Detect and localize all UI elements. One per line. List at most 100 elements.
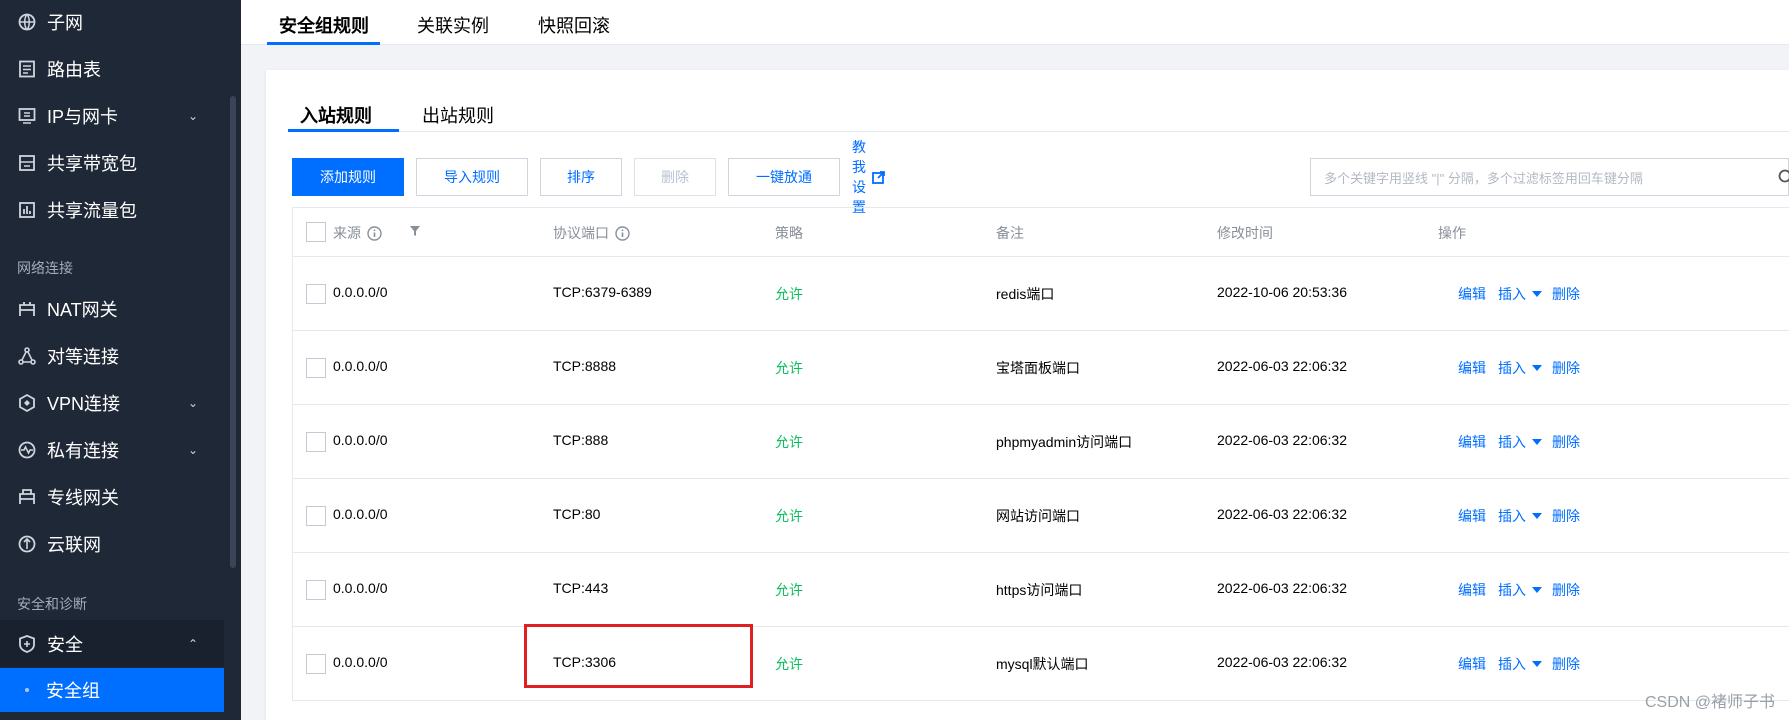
ip-nic-icon	[17, 106, 37, 126]
cell-policy: 允许	[775, 656, 803, 672]
sidebar-item-traffic-package[interactable]: 共享流量包	[0, 186, 224, 233]
delete-link[interactable]: 删除	[1552, 654, 1580, 674]
cell-modified-time: 2022-06-03 22:06:32	[1217, 654, 1347, 670]
insert-link[interactable]: 插入	[1498, 284, 1526, 304]
sidebar-item-dc-gateway[interactable]: 专线网关	[0, 473, 224, 520]
edit-link[interactable]: 编辑	[1458, 580, 1486, 600]
delete-link[interactable]: 删除	[1552, 506, 1580, 526]
row-checkbox[interactable]	[306, 358, 326, 378]
sidebar-group-security: 安全和诊断	[17, 596, 87, 612]
insert-link[interactable]: 插入	[1498, 506, 1526, 526]
one-click-open-button[interactable]: 一键放通	[728, 158, 840, 196]
cell-modified-time: 2022-10-06 20:53:36	[1217, 284, 1347, 300]
cell-remark: redis端口	[996, 286, 1055, 302]
sidebar-item-vpn[interactable]: VPN连接 ⌄	[0, 379, 224, 426]
sort-button[interactable]: 排序	[540, 158, 622, 196]
cell-source: 0.0.0.0/0	[333, 506, 388, 522]
search-input[interactable]: 多个关键字用竖线 "|" 分隔，多个过滤标签用回车键分隔	[1310, 158, 1789, 196]
add-rule-button[interactable]: 添加规则	[292, 158, 404, 196]
delete-link[interactable]: 删除	[1552, 580, 1580, 600]
sidebar-item-ip-nic[interactable]: IP与网卡 ⌄	[0, 92, 224, 139]
sidebar: 子网 路由表 IP与网卡 ⌄ 共享带宽包 共享流量包 网络连接 NAT网关 对等…	[0, 0, 241, 720]
caret-down-icon[interactable]	[1532, 291, 1542, 297]
sidebar-item-label: 共享带宽包	[47, 153, 137, 174]
sidebar-item-private-link[interactable]: 私有连接 ⌄	[0, 426, 224, 473]
cell-protocol-port: TCP:6379-6389	[553, 284, 652, 300]
tab-outbound-rules[interactable]: 出站规则	[422, 102, 494, 128]
sidebar-subitem-security-group[interactable]: 安全组	[0, 668, 224, 712]
row-checkbox[interactable]	[306, 580, 326, 600]
row-actions: 编辑 插入 删除	[1458, 506, 1580, 526]
caret-down-icon[interactable]	[1532, 365, 1542, 371]
edit-link[interactable]: 编辑	[1458, 432, 1486, 452]
search-icon[interactable]	[1778, 169, 1789, 188]
cell-modified-time: 2022-06-03 22:06:32	[1217, 358, 1347, 374]
subnet-icon	[17, 12, 37, 32]
watermark: CSDN @褚师子书	[1644, 694, 1775, 711]
sidebar-item-subnet[interactable]: 子网	[0, 0, 224, 45]
filter-icon[interactable]	[409, 225, 421, 237]
tab-snapshot-rollback[interactable]: 快照回滚	[538, 12, 610, 38]
sidebar-item-bandwidth-package[interactable]: 共享带宽包	[0, 139, 224, 186]
teach-me-link[interactable]: 教我设置	[852, 139, 885, 215]
edit-link[interactable]: 编辑	[1458, 654, 1486, 674]
cell-source: 0.0.0.0/0	[333, 580, 388, 596]
row-checkbox[interactable]	[306, 654, 326, 674]
table-row: 0.0.0.0/0 TCP:80 允许 网站访问端口 2022-06-03 22…	[293, 479, 1789, 553]
tab-associated-instances[interactable]: 关联实例	[417, 12, 489, 38]
sidebar-item-label: NAT网关	[47, 299, 118, 320]
delete-link[interactable]: 删除	[1552, 432, 1580, 452]
cell-policy: 允许	[775, 434, 803, 450]
delete-link[interactable]: 删除	[1552, 358, 1580, 378]
sidebar-item-peering[interactable]: 对等连接	[0, 332, 224, 379]
table-header: 来源 协议端口 策略 备注 修改时间 操作	[293, 208, 1789, 257]
insert-link[interactable]: 插入	[1498, 654, 1526, 674]
sidebar-item-label: 对等连接	[47, 346, 119, 367]
caret-down-icon[interactable]	[1532, 439, 1542, 445]
sidebar-item-ccn[interactable]: 云联网	[0, 520, 224, 567]
tab-inbound-rules[interactable]: 入站规则	[300, 102, 372, 128]
row-actions: 编辑 插入 删除	[1458, 358, 1580, 378]
peering-icon	[17, 346, 37, 366]
row-checkbox[interactable]	[306, 432, 326, 452]
sidebar-item-label: 私有连接	[47, 440, 119, 461]
caret-down-icon[interactable]	[1532, 661, 1542, 667]
bullet-dot-icon	[25, 688, 29, 692]
sidebar-item-security[interactable]: 安全 ⌃	[0, 620, 224, 667]
sidebar-scrollbar[interactable]	[230, 96, 236, 568]
edit-link[interactable]: 编辑	[1458, 284, 1486, 304]
delete-button[interactable]: 删除	[634, 158, 716, 196]
row-checkbox[interactable]	[306, 284, 326, 304]
table-row: 0.0.0.0/0 TCP:6379-6389 允许 redis端口 2022-…	[293, 257, 1789, 331]
dc-gateway-icon	[17, 487, 37, 507]
row-actions: 编辑 插入 删除	[1458, 654, 1580, 674]
sidebar-item-nat-gateway[interactable]: NAT网关	[0, 285, 224, 332]
cell-policy: 允许	[775, 286, 803, 302]
sidebar-item-label: 子网	[47, 12, 83, 33]
sidebar-item-label: 云联网	[47, 534, 101, 555]
caret-down-icon[interactable]	[1532, 587, 1542, 593]
cell-remark: 宝塔面板端口	[996, 360, 1080, 376]
cell-protocol-port: TCP:80	[553, 506, 601, 522]
caret-down-icon[interactable]	[1532, 513, 1542, 519]
shield-icon	[17, 634, 37, 654]
info-icon[interactable]	[367, 225, 382, 241]
sidebar-item-label: 路由表	[47, 59, 101, 80]
info-icon[interactable]	[615, 225, 630, 241]
chevron-down-icon: ⌄	[187, 395, 198, 410]
header-source-label: 来源	[333, 225, 361, 241]
sidebar-item-label: 安全	[47, 634, 83, 655]
edit-link[interactable]: 编辑	[1458, 506, 1486, 526]
cell-remark: https访问端口	[996, 582, 1083, 598]
insert-link[interactable]: 插入	[1498, 432, 1526, 452]
tab-security-group-rules[interactable]: 安全组规则	[279, 12, 369, 38]
select-all-checkbox[interactable]	[306, 222, 326, 242]
row-checkbox[interactable]	[306, 506, 326, 526]
insert-link[interactable]: 插入	[1498, 358, 1526, 378]
sidebar-item-label: 专线网关	[47, 487, 119, 508]
import-rule-button[interactable]: 导入规则	[416, 158, 528, 196]
delete-link[interactable]: 删除	[1552, 284, 1580, 304]
sidebar-item-route-table[interactable]: 路由表	[0, 45, 224, 92]
edit-link[interactable]: 编辑	[1458, 358, 1486, 378]
insert-link[interactable]: 插入	[1498, 580, 1526, 600]
